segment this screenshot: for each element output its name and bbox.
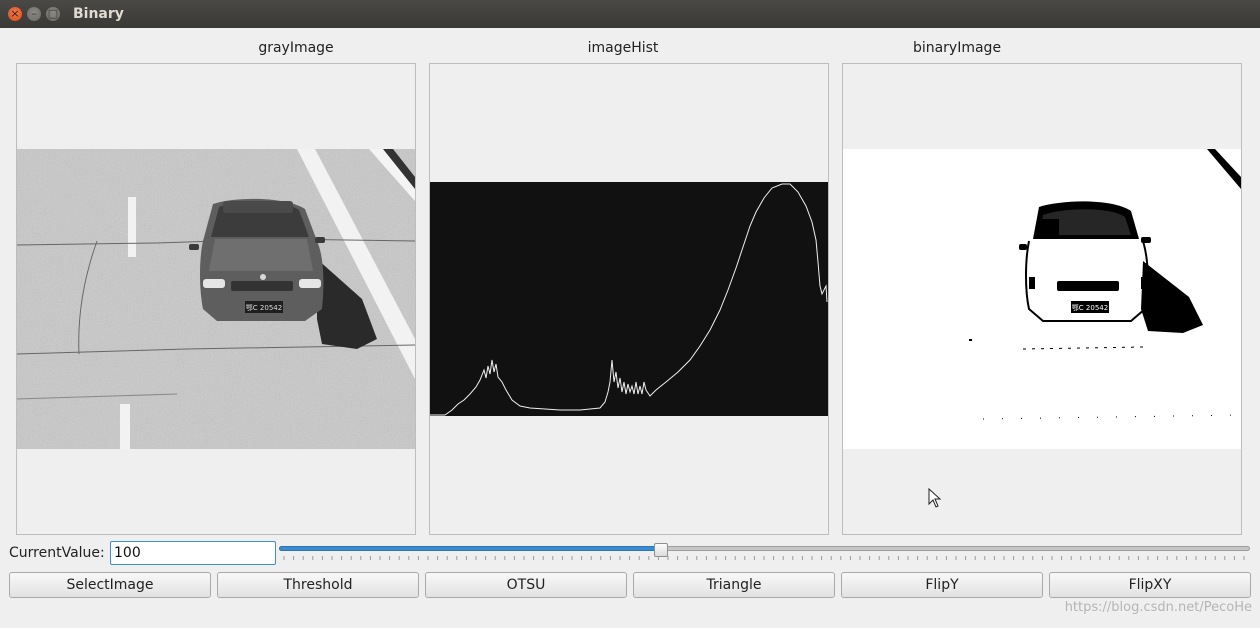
title-bar: × – □ Binary: [0, 0, 1260, 28]
close-icon[interactable]: ×: [8, 7, 22, 21]
threshold-slider[interactable]: [279, 543, 1250, 564]
slider-handle[interactable]: [654, 543, 668, 557]
gray-image: 鄂C 20542: [17, 149, 415, 449]
binary-image-panel: 鄂C 20542: [842, 63, 1242, 535]
threshold-button[interactable]: Threshold: [217, 572, 419, 598]
gray-image-panel: 鄂C 20542: [16, 63, 416, 535]
slider-fill: [279, 546, 660, 551]
histogram-chart: [430, 182, 828, 416]
binary-image-label: binaryImage: [912, 40, 1002, 56]
select-image-button[interactable]: SelectImage: [9, 572, 211, 598]
binary-image: 鄂C 20542: [843, 149, 1241, 449]
triangle-button[interactable]: Triangle: [633, 572, 835, 598]
current-value-label: CurrentValue:: [9, 545, 105, 561]
binary-plate-text: 鄂C 20542: [1072, 303, 1108, 312]
otsu-button[interactable]: OTSU: [425, 572, 627, 598]
plate-text: 鄂C 20542: [246, 303, 282, 312]
mouse-cursor-icon: [928, 488, 942, 508]
flip-y-button[interactable]: FlipY: [841, 572, 1043, 598]
maximize-icon[interactable]: □: [46, 7, 60, 21]
minimize-icon[interactable]: –: [27, 7, 41, 21]
slider-ticks: [283, 556, 1245, 560]
current-value-input[interactable]: [110, 541, 276, 565]
window-title: Binary: [73, 6, 124, 22]
watermark: https://blog.csdn.net/PecoHe: [1064, 600, 1252, 615]
image-hist-panel: [429, 63, 829, 535]
flip-xy-button[interactable]: FlipXY: [1049, 572, 1251, 598]
